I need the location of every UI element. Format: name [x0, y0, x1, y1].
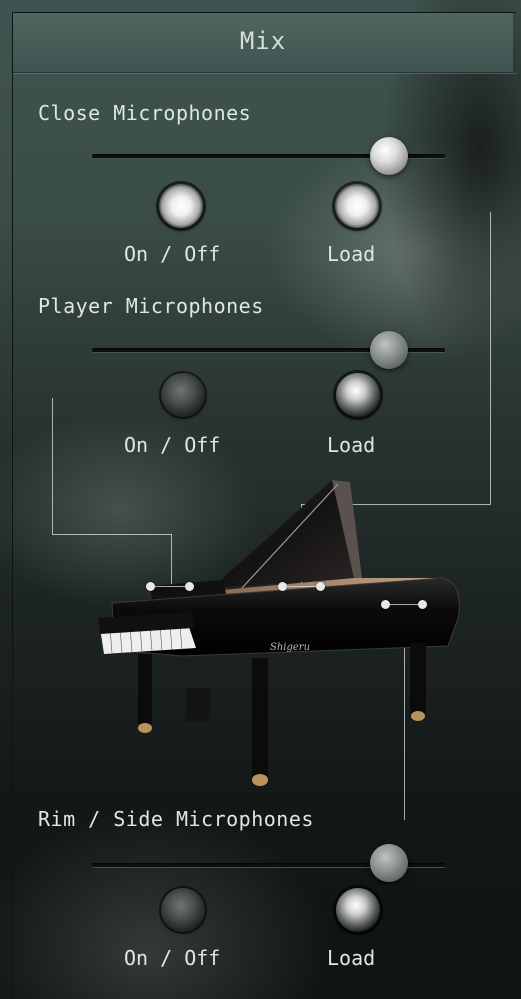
close-mics-on-off-knob[interactable]: [159, 184, 203, 228]
player-mics-connector-vertical: [52, 398, 53, 534]
close-mics-load-knob[interactable]: [335, 184, 379, 228]
player-mics-label: Player Microphones: [38, 294, 264, 318]
player-mics-on-off-knob[interactable]: [161, 373, 205, 417]
rim-mics-on-off-knob[interactable]: [161, 888, 205, 932]
close-mics-volume-slider[interactable]: [370, 137, 408, 175]
close-mics-label: Close Microphones: [38, 101, 252, 125]
rim-mic-bar: [386, 604, 423, 605]
rim-mics-load-label: Load: [327, 946, 376, 970]
rim-mics-volume-slider[interactable]: [370, 844, 408, 882]
player-mics-volume-slider[interactable]: [370, 331, 408, 369]
close-mic-bar: [283, 586, 320, 587]
rim-mics-label: Rim / Side Microphones: [38, 807, 314, 831]
mix-title: Mix: [239, 27, 287, 55]
close-mics-load-label: Load: [327, 242, 376, 266]
rim-mics-on-off-label: On / Off: [124, 946, 221, 970]
mix-panel: Mix Close Microphones On / Off Load Play…: [0, 0, 521, 999]
header-divider: [14, 73, 517, 74]
close-mics-on-off-label: On / Off: [124, 242, 221, 266]
player-mics-load-label: Load: [327, 433, 376, 457]
grand-piano-image: Shigeru: [98, 480, 460, 786]
svg-text:Shigeru: Shigeru: [270, 642, 310, 653]
player-mic-bar: [151, 586, 189, 587]
mix-header: Mix: [13, 13, 513, 73]
player-mics-on-off-label: On / Off: [124, 433, 221, 457]
rim-mics-load-knob[interactable]: [336, 888, 380, 932]
close-mics-connector-vertical: [490, 212, 491, 504]
player-mics-load-knob[interactable]: [336, 373, 380, 417]
